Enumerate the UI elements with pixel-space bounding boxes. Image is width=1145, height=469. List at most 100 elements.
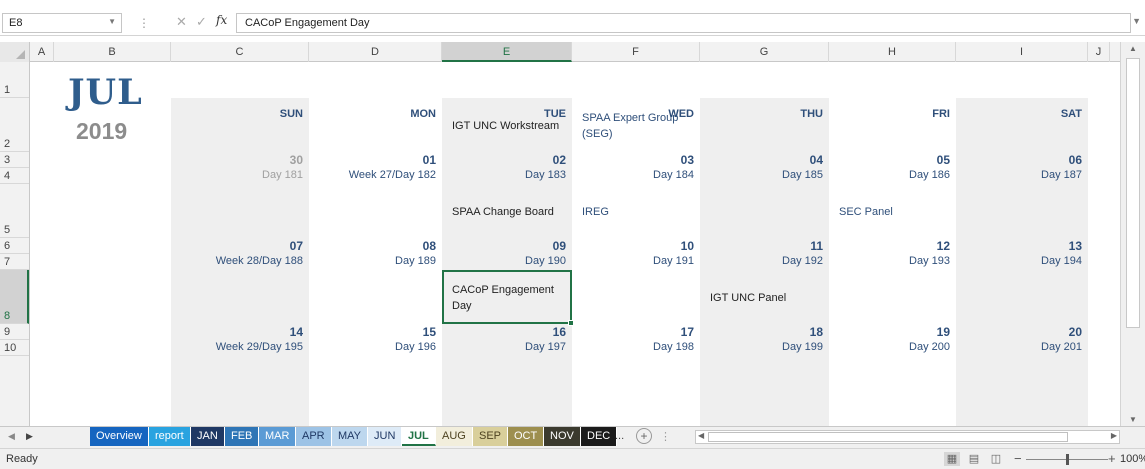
day-label[interactable]: Day 181: [171, 169, 303, 181]
date-number[interactable]: 18: [700, 325, 823, 339]
calendar-event[interactable]: SPAA Change Board: [452, 204, 564, 220]
date-number[interactable]: 30: [171, 153, 303, 167]
date-number[interactable]: 07: [171, 239, 303, 253]
zoom-in-icon[interactable]: +: [1108, 451, 1116, 466]
normal-view-icon[interactable]: ▦: [944, 452, 960, 466]
calendar-event[interactable]: SPAA Expert Group (SEG): [582, 110, 692, 142]
row-header-10[interactable]: 10: [0, 340, 29, 356]
date-number[interactable]: 08: [309, 239, 436, 253]
selected-cell-e8[interactable]: [442, 270, 574, 326]
date-number[interactable]: 06: [956, 153, 1082, 167]
date-number[interactable]: 05: [829, 153, 950, 167]
formula-input[interactable]: CACoP Engagement Day: [236, 13, 1131, 33]
horizontal-scrollbar[interactable]: ◀ ▶: [695, 430, 1120, 444]
scroll-left-icon[interactable]: ◀: [698, 431, 704, 440]
sheet-tab-may[interactable]: MAY: [332, 427, 369, 446]
chevron-down-icon[interactable]: ▼: [108, 17, 116, 26]
date-number[interactable]: 17: [572, 325, 694, 339]
calendar-event[interactable]: IGT UNC Panel: [710, 290, 821, 306]
name-box[interactable]: E8 ▼: [2, 13, 122, 33]
row-header-9[interactable]: 9: [0, 324, 29, 340]
day-label[interactable]: Day 200: [829, 341, 950, 353]
zoom-level[interactable]: 100%: [1120, 453, 1145, 465]
insert-function-icon[interactable]: fx: [216, 13, 227, 27]
sheet-tab-jul[interactable]: JUL: [402, 427, 436, 446]
column-header-i[interactable]: I: [956, 42, 1088, 62]
date-number[interactable]: 12: [829, 239, 950, 253]
sheet-tab-jan[interactable]: JAN: [191, 427, 225, 446]
day-label[interactable]: Day 190: [442, 255, 566, 267]
row-header-6[interactable]: 6: [0, 238, 29, 254]
date-number[interactable]: 09: [442, 239, 566, 253]
day-label[interactable]: Day 197: [442, 341, 566, 353]
tab-split-handle-icon[interactable]: ⋮: [660, 430, 671, 443]
row-header-1[interactable]: 1: [0, 62, 29, 98]
sheet-tab-overview[interactable]: Overview: [90, 427, 149, 446]
date-number[interactable]: 13: [956, 239, 1082, 253]
day-label[interactable]: Day 186: [829, 169, 950, 181]
day-label[interactable]: Day 191: [572, 255, 694, 267]
scroll-right-icon[interactable]: ▶: [1111, 431, 1117, 440]
more-sheets[interactable]: ...: [615, 427, 624, 446]
column-header-d[interactable]: D: [309, 42, 442, 62]
column-header-c[interactable]: C: [171, 42, 309, 62]
row-header-7[interactable]: 7: [0, 254, 29, 270]
date-number[interactable]: 15: [309, 325, 436, 339]
date-number[interactable]: 20: [956, 325, 1082, 339]
day-label[interactable]: Day 184: [572, 169, 694, 181]
scroll-up-icon[interactable]: ▲: [1129, 44, 1137, 53]
row-header-8[interactable]: 8: [0, 270, 29, 324]
zoom-slider-thumb[interactable]: [1066, 454, 1069, 465]
select-all-button[interactable]: [0, 42, 30, 62]
column-header-g[interactable]: G: [700, 42, 829, 62]
row-header-2[interactable]: 2: [0, 98, 29, 152]
date-number[interactable]: 04: [700, 153, 823, 167]
row-header-5[interactable]: 5: [0, 184, 29, 238]
sheet-tab-feb[interactable]: FEB: [225, 427, 260, 446]
fill-handle[interactable]: [568, 320, 574, 326]
tab-next-icon[interactable]: ▶: [26, 431, 33, 442]
sheet-tab-sep[interactable]: SEP: [473, 427, 509, 446]
day-label[interactable]: Week 28/Day 188: [171, 255, 303, 267]
calendar-area[interactable]: JUL 2019 SUN MON TUE WED THU FRI SAT 30 Day 181 0…: [30, 62, 1120, 426]
day-label[interactable]: Day 196: [309, 341, 436, 353]
row-header-3[interactable]: 3: [0, 152, 29, 168]
sheet-tab-jun[interactable]: JUN: [368, 427, 403, 446]
day-label[interactable]: Week 29/Day 195: [171, 341, 303, 353]
date-number[interactable]: 11: [700, 239, 823, 253]
add-sheet-icon[interactable]: +: [636, 428, 652, 444]
calendar-event[interactable]: IGT UNC Workstream: [452, 118, 564, 134]
tab-prev-icon[interactable]: ◀: [8, 431, 15, 442]
column-header-a[interactable]: A: [30, 42, 54, 62]
row-header-4[interactable]: 4: [0, 168, 29, 184]
day-label[interactable]: Day 192: [700, 255, 823, 267]
cancel-icon[interactable]: ✕: [176, 14, 187, 30]
date-number[interactable]: 03: [572, 153, 694, 167]
calendar-event[interactable]: SEC Panel: [839, 204, 948, 220]
vertical-scrollbar[interactable]: ▲ ▼: [1120, 42, 1145, 426]
horizontal-scroll-thumb[interactable]: [708, 432, 1068, 442]
date-number[interactable]: 02: [442, 153, 566, 167]
sheet-tab-report[interactable]: report: [149, 427, 191, 446]
calendar-event[interactable]: IREG: [582, 204, 692, 220]
day-label[interactable]: Day 187: [956, 169, 1082, 181]
column-header-e[interactable]: E: [442, 42, 572, 62]
day-label[interactable]: Day 199: [700, 341, 823, 353]
vertical-scroll-thumb[interactable]: [1126, 58, 1140, 328]
day-label[interactable]: Week 27/Day 182: [309, 169, 436, 181]
date-number[interactable]: 19: [829, 325, 950, 339]
sheet-tab-apr[interactable]: APR: [296, 427, 332, 446]
day-label[interactable]: Day 198: [572, 341, 694, 353]
zoom-out-icon[interactable]: −: [1014, 451, 1022, 466]
date-number[interactable]: 10: [572, 239, 694, 253]
sheet-tab-nov[interactable]: NOV: [544, 427, 581, 446]
enter-icon[interactable]: ✓: [196, 14, 207, 30]
column-header-b[interactable]: B: [54, 42, 171, 62]
sheet-tab-oct[interactable]: OCT: [508, 427, 545, 446]
page-layout-view-icon[interactable]: ▤: [966, 452, 982, 466]
expand-formula-bar-icon[interactable]: ▼: [1132, 16, 1141, 26]
day-label[interactable]: Day 189: [309, 255, 436, 267]
day-label[interactable]: Day 194: [956, 255, 1082, 267]
day-label[interactable]: Day 193: [829, 255, 950, 267]
scroll-down-icon[interactable]: ▼: [1129, 415, 1137, 424]
